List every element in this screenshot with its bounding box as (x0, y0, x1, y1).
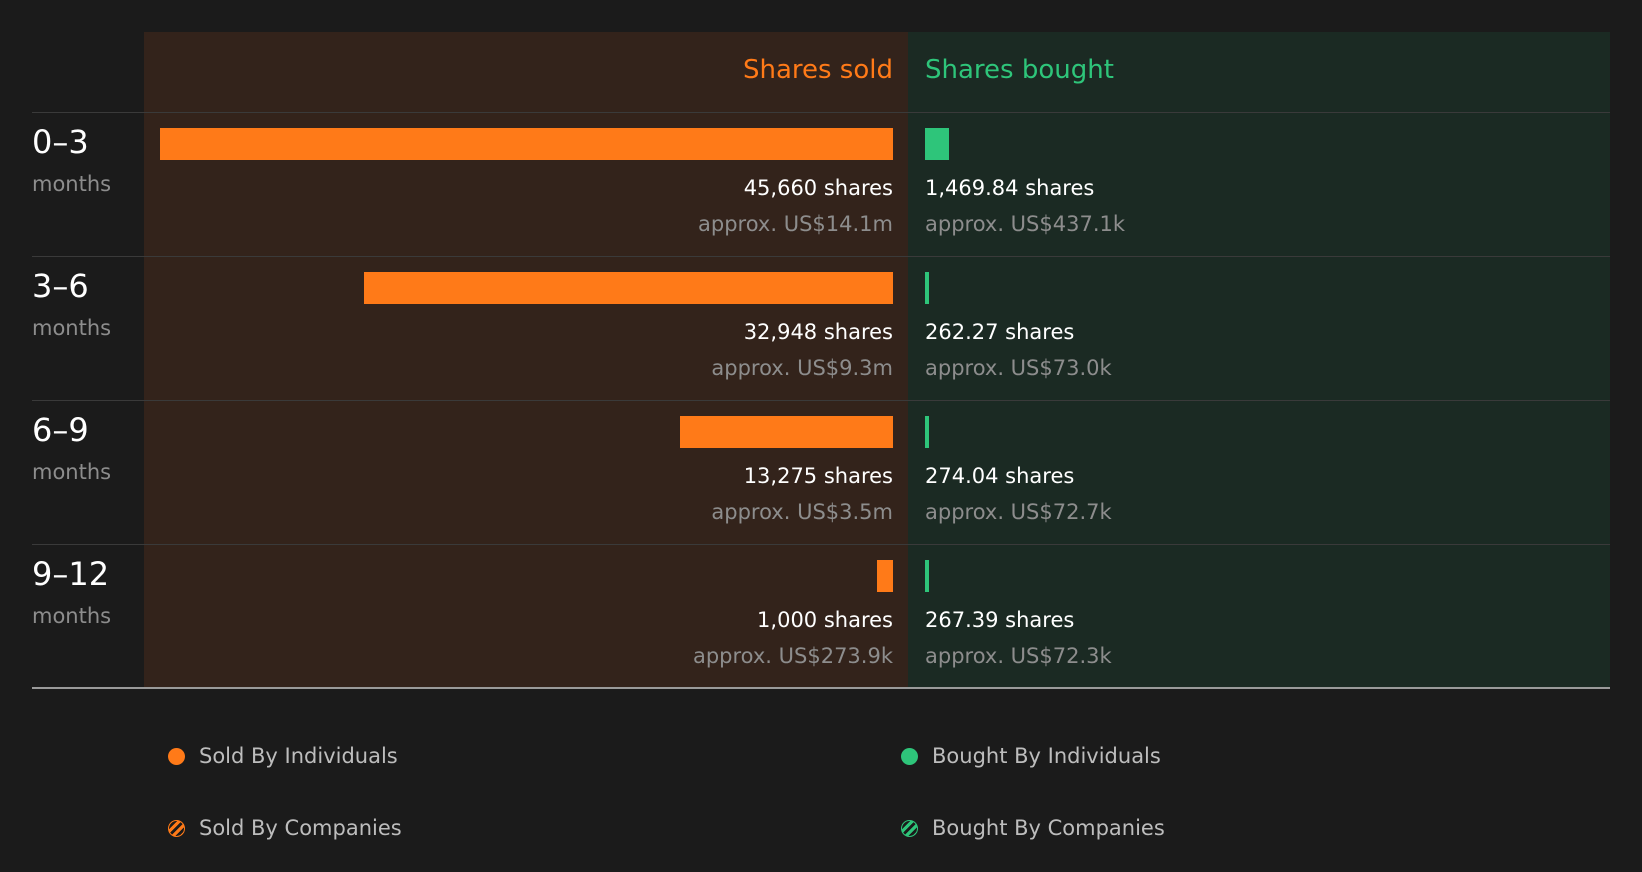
bought-shares-label: 267.39 shares (925, 608, 1075, 632)
bought-bar (925, 560, 930, 592)
bought-column-header: Shares bought (925, 55, 1114, 85)
legend-item: Bought By Companies (901, 813, 1165, 843)
bought-value-label: approx. US$73.0k (925, 356, 1112, 380)
legend-label: Bought By Companies (932, 816, 1165, 840)
row-divider (32, 256, 1610, 257)
sold-bar (876, 560, 893, 592)
legend-label: Sold By Individuals (199, 744, 398, 768)
sold-shares-label: 45,660 shares (743, 176, 893, 200)
period-unit-label: months (32, 460, 112, 484)
x-axis-line (32, 687, 1610, 689)
legend-dot-icon (901, 747, 918, 765)
bought-shares-label: 262.27 shares (925, 320, 1075, 344)
bought-value-label: approx. US$72.3k (925, 644, 1112, 668)
period-range-label: 6–9 (32, 411, 89, 449)
period-unit-label: months (32, 172, 112, 196)
sold-column-header: Shares sold (742, 55, 893, 85)
legend-item: Sold By Companies (168, 813, 402, 843)
bought-bar (925, 128, 949, 160)
legend-label: Sold By Companies (199, 816, 402, 840)
period-unit-label: months (32, 316, 112, 340)
sold-shares-label: 13,275 shares (743, 464, 893, 488)
sold-value-label: approx. US$14.1m (698, 212, 893, 236)
sold-shares-label: 1,000 shares (757, 608, 893, 632)
bought-bar (925, 272, 930, 304)
row-divider (32, 112, 1610, 113)
legend-label: Bought By Individuals (932, 744, 1161, 768)
legend-item: Sold By Individuals (168, 741, 398, 771)
sold-bar (364, 272, 893, 304)
sold-shares-label: 32,948 shares (743, 320, 893, 344)
period-range-label: 3–6 (32, 267, 89, 305)
legend-item: Bought By Individuals (901, 741, 1161, 771)
period-unit-label: months (32, 604, 112, 628)
legend-hatch-icon (168, 819, 185, 837)
legend-hatch-icon (901, 819, 918, 837)
row-divider (32, 400, 1610, 401)
bought-shares-label: 1,469.84 shares (925, 176, 1095, 200)
insider-trading-chart: Shares sold Shares bought 0–3 months 45,66… (0, 0, 1642, 872)
period-range-label: 9–12 (32, 555, 110, 593)
period-range-label: 0–3 (32, 123, 89, 161)
bought-value-label: approx. US$437.1k (925, 212, 1126, 236)
bought-shares-label: 274.04 shares (925, 464, 1075, 488)
bought-bar (925, 416, 930, 448)
legend-dot-icon (168, 747, 185, 765)
row-divider (32, 544, 1610, 545)
bought-value-label: approx. US$72.7k (925, 500, 1112, 524)
sold-value-label: approx. US$273.9k (692, 644, 893, 668)
sold-bar (679, 416, 893, 448)
sold-value-label: approx. US$9.3m (711, 356, 893, 380)
sold-value-label: approx. US$3.5m (711, 500, 893, 524)
sold-bar (160, 128, 893, 160)
